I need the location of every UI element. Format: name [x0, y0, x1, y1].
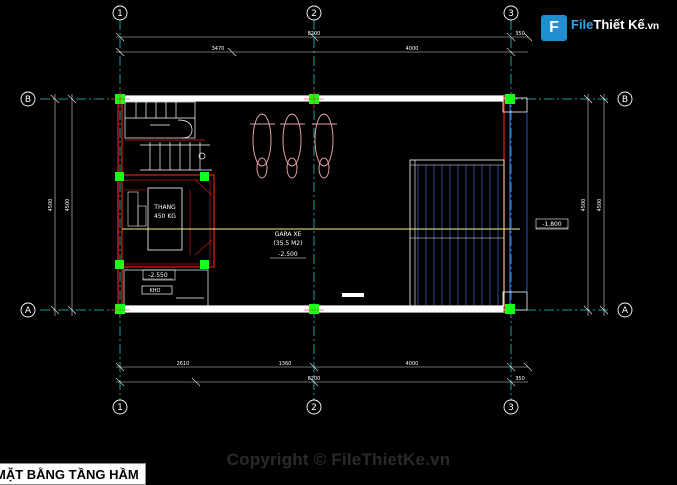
axis-label-a-right: A: [622, 306, 629, 316]
dim-left-total: 4500: [48, 199, 54, 212]
garage-area-label: (35.5 M2): [274, 240, 303, 247]
axis-label-1-bottom: 1: [117, 403, 123, 413]
left-level-label: -2.550: [148, 272, 168, 279]
dim-bottom-seg-1: 2610: [177, 361, 190, 367]
dim-bottom-edge: 350: [515, 376, 525, 382]
axis-label-2-bottom: 2: [311, 403, 317, 413]
dim-bottom-seg-2: 1360: [279, 361, 292, 367]
dim-bottom-seg-3: 4000: [406, 361, 419, 367]
axis-label-a-left: A: [25, 306, 32, 316]
dim-top-total: 8200: [308, 31, 321, 37]
elevator-label: THANG: [153, 204, 176, 211]
drawing-title: MẶT BẰNG TẦNG HẦM: [0, 467, 139, 482]
dim-top-edge: 350: [515, 31, 525, 37]
dim-top-seg-2: 4000: [406, 46, 419, 52]
axis-label-b-right: B: [622, 95, 628, 105]
garage-label: GARA XE: [275, 231, 302, 238]
logo-name: Thiết Kế: [593, 17, 645, 32]
axis-label-1-top: 1: [117, 9, 123, 19]
column-crosses: [110, 89, 324, 311]
logo-mark-icon: F: [541, 15, 567, 41]
axis-label-3-bottom: 3: [508, 403, 514, 413]
dim-top-seg-1: 3470: [212, 46, 225, 52]
axis-label-2-top: 2: [311, 9, 317, 19]
elevator-capacity-label: 450 KG: [154, 213, 176, 220]
drain-mark: [342, 293, 364, 297]
floor-plan-drawing: 1 2 3 1 2 3 B A B A 8200 3470 4000 350 8…: [20, 5, 633, 415]
motorbikes: [250, 113, 337, 179]
stair: [124, 101, 212, 171]
ramp: [409, 159, 505, 307]
right-level-label: -1.800: [542, 221, 562, 228]
wall-niches: [502, 97, 528, 311]
logo-domain: .vn: [644, 21, 660, 32]
dim-right-total: 4500: [597, 199, 603, 212]
site-logo[interactable]: FileThiết Kế.vn: [571, 17, 659, 32]
elevator-core: [117, 174, 215, 268]
axis-label-b-left: B: [25, 95, 31, 105]
logo-brand: File: [571, 17, 594, 32]
drawing-title-box: MẶT BẰNG TẦNG HẦM: [0, 463, 146, 485]
dim-bottom-total: 8200: [308, 376, 321, 382]
storage-label: KHO: [150, 288, 161, 294]
dimension-lines: [50, 32, 609, 387]
dim-left-inner: 4500: [65, 199, 71, 212]
grid-lines: [40, 20, 610, 400]
axis-bubbles: [20, 5, 633, 415]
axis-label-3-top: 3: [508, 9, 514, 19]
garage-level-label: -2.500: [278, 251, 298, 258]
dim-right-inner: 4500: [581, 199, 587, 212]
